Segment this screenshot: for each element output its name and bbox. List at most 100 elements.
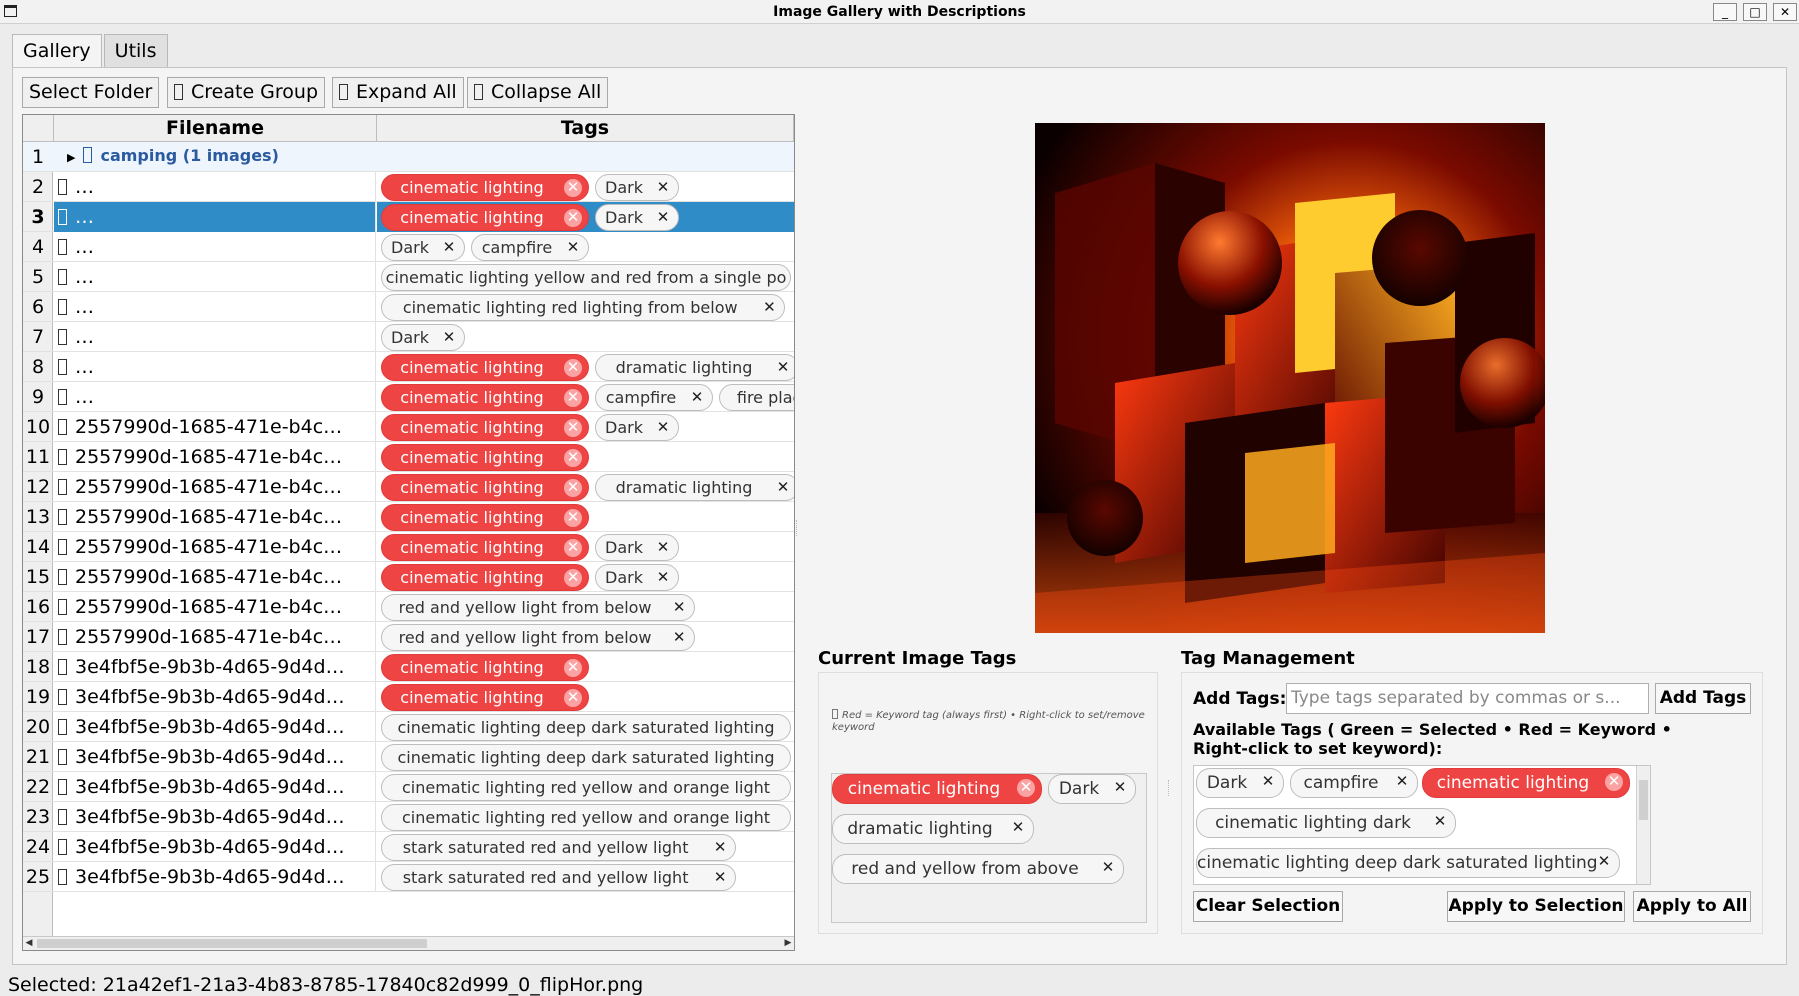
close-icon[interactable]: ✕ [564, 389, 582, 407]
tag-chip[interactable]: cinematic lighting ✕ [381, 444, 589, 471]
tags-cell[interactable]: cinematic lighting ✕ [377, 682, 794, 712]
table-row[interactable]: 15 2557990d-1685-471e-b4c… cinematic light… [23, 562, 794, 592]
close-icon[interactable]: ✕ [564, 689, 582, 707]
table-row[interactable]: 21 3e4fbf5e-9b3b-4d65-9d4d… cinematic ligh… [23, 742, 794, 772]
tags-cell[interactable]: red and yellow light from below ✕ [377, 592, 794, 622]
tags-cell[interactable]: cinematic lighting ✕ dramatic lighting ✕ [377, 352, 794, 382]
close-icon[interactable]: ✕ [440, 329, 458, 347]
tag-chip[interactable]: cinematic lighting ✕ [381, 504, 589, 531]
table-row[interactable]: 2 … cinematic lighting ✕ Dark ✕ [23, 172, 794, 202]
scroll-right-icon[interactable]: ▶ [782, 937, 794, 950]
filename-cell[interactable]: 3e4fbf5e-9b3b-4d65-9d4d… [54, 712, 376, 742]
tags-cell[interactable]: stark saturated red and yellow light ✕ [377, 832, 794, 862]
filename-cell[interactable]: 2557990d-1685-471e-b4c… [54, 412, 376, 442]
scroll-thumb[interactable] [37, 939, 427, 948]
maximize-button[interactable]: □ [1743, 3, 1767, 21]
select-folder-button[interactable]: Select Folder [22, 77, 160, 108]
table-row[interactable]: 9 … cinematic lighting ✕ campfire ✕ fire place [23, 382, 794, 412]
tag-chip[interactable]: cinematic lighting red yellow and orange… [381, 804, 791, 831]
table-row[interactable]: 19 3e4fbf5e-9b3b-4d65-9d4d… cinematic ligh… [23, 682, 794, 712]
tag-chip[interactable]: cinematic lighting ✕ [381, 564, 589, 591]
table-row[interactable]: 14 2557990d-1685-471e-b4c… cinematic light… [23, 532, 794, 562]
scroll-left-icon[interactable]: ◀ [23, 937, 35, 950]
close-icon[interactable]: ✕ [1259, 773, 1277, 791]
filename-cell[interactable]: 2557990d-1685-471e-b4c… [54, 502, 376, 532]
tag-chip[interactable]: cinematic lighting ✕ [381, 174, 589, 201]
close-icon[interactable]: ✕ [654, 569, 672, 587]
available-tag-chip[interactable]: campfire ✕ [1290, 768, 1418, 798]
table-row[interactable]: 5 … cinematic lighting yellow and red from… [23, 262, 794, 292]
table-row[interactable]: 22 3e4fbf5e-9b3b-4d65-9d4d… cinematic ligh… [23, 772, 794, 802]
close-icon[interactable]: ✕ [774, 479, 792, 497]
expand-all-button[interactable]: Expand All [332, 77, 464, 108]
tab-gallery[interactable]: Gallery [12, 34, 102, 69]
filename-cell[interactable]: 2557990d-1685-471e-b4c… [54, 592, 376, 622]
tag-chip[interactable]: campfire ✕ [471, 234, 589, 261]
tag-chip[interactable]: dramatic lighting ✕ [595, 474, 794, 501]
close-icon[interactable]: ✕ [1017, 779, 1035, 797]
tags-cell[interactable]: stark saturated red and yellow light ✕ [377, 862, 794, 892]
triangle-right-icon[interactable]: ▶ [67, 151, 75, 164]
table-row[interactable]: 24 3e4fbf5e-9b3b-4d65-9d4d… stark saturate… [23, 832, 794, 862]
group-label[interactable]: ▶ camping (1 images) [67, 142, 279, 172]
tag-chip[interactable]: cinematic lighting ✕ [381, 534, 589, 561]
tag-chip[interactable]: cinematic lighting yellow and red from a… [381, 264, 791, 291]
filename-cell[interactable]: … [54, 262, 376, 292]
close-icon[interactable]: ✕ [654, 539, 672, 557]
tag-chip[interactable]: fire place [719, 384, 794, 411]
close-icon[interactable]: ✕ [1111, 779, 1129, 797]
filename-cell[interactable]: 2557990d-1685-471e-b4c… [54, 562, 376, 592]
tags-cell[interactable]: cinematic lighting ✕ Dark ✕ [377, 532, 794, 562]
close-icon[interactable]: ✕ [1393, 773, 1411, 791]
tag-chip[interactable]: cinematic lighting red lighting from bel… [381, 294, 786, 321]
clear-selection-button[interactable]: Clear Selection [1193, 891, 1343, 922]
table-row[interactable]: 6 … cinematic lighting red lighting from b… [23, 292, 794, 322]
tag-chip[interactable]: cinematic lighting ✕ [381, 684, 589, 711]
filename-cell[interactable]: … [54, 382, 376, 412]
filename-cell[interactable]: 2557990d-1685-471e-b4c… [54, 622, 376, 652]
table-row[interactable]: 11 2557990d-1685-471e-b4c… cinematic light… [23, 442, 794, 472]
tags-cell[interactable]: cinematic lighting ✕ [377, 442, 794, 472]
tag-chip[interactable]: cinematic lighting ✕ [381, 204, 589, 231]
tags-cell[interactable]: cinematic lighting ✕ Dark ✕ [377, 412, 794, 442]
table-row[interactable]: 16 2557990d-1685-471e-b4c… red and yellow … [23, 592, 794, 622]
close-icon[interactable]: ✕ [564, 359, 582, 377]
tags-cell[interactable]: Dark ✕ campfire ✕ [377, 232, 794, 262]
close-icon[interactable]: ✕ [564, 179, 582, 197]
table-row[interactable]: 25 3e4fbf5e-9b3b-4d65-9d4d… stark saturate… [23, 862, 794, 892]
tags-cell[interactable]: cinematic lighting yellow and red from a… [377, 262, 794, 292]
available-tags-list[interactable]: Dark ✕ campfire ✕ cinematic lighting ✕ cine… [1193, 765, 1651, 885]
horizontal-scrollbar[interactable]: ◀ ▶ [23, 936, 794, 950]
table-row[interactable]: 18 3e4fbf5e-9b3b-4d65-9d4d… cinematic ligh… [23, 652, 794, 682]
tag-chip[interactable]: stark saturated red and yellow light ✕ [381, 834, 737, 861]
available-tag-chip[interactable]: Dark ✕ [1196, 768, 1284, 798]
collapse-all-button[interactable]: Collapse All [467, 77, 609, 108]
filename-cell[interactable]: 2557990d-1685-471e-b4c… [54, 472, 376, 502]
available-tag-chip[interactable]: cinematic lighting ✕ [1422, 768, 1630, 798]
tags-cell[interactable]: cinematic lighting ✕ dramatic lighting ✕ [377, 472, 794, 502]
table-row[interactable]: 13 2557990d-1685-471e-b4c… cinematic light… [23, 502, 794, 532]
tags-cell[interactable]: cinematic lighting red yellow and orange… [377, 772, 794, 802]
tag-chip[interactable]: cinematic lighting deep dark saturated l… [381, 714, 791, 741]
table-row[interactable]: 8 … cinematic lighting ✕ dramatic lighting ✕ [23, 352, 794, 382]
tags-cell[interactable]: cinematic lighting ✕ Dark ✕ [377, 562, 794, 592]
tag-chip[interactable]: cinematic lighting ✕ [381, 474, 589, 501]
tags-cell[interactable]: Dark ✕ [377, 322, 794, 352]
filename-cell[interactable]: … [54, 232, 376, 262]
close-icon[interactable]: ✕ [654, 179, 672, 197]
tag-chip[interactable]: Dark ✕ [381, 324, 465, 351]
available-tag-chip[interactable]: cinematic lighting dark ✕ [1196, 808, 1456, 838]
add-tags-button[interactable]: Add Tags [1655, 683, 1751, 714]
close-icon[interactable]: ✕ [564, 239, 582, 257]
available-tag-chip[interactable]: cinematic lighting deep dark saturated l… [1196, 848, 1620, 878]
create-group-button[interactable]: Create Group [167, 77, 326, 108]
tag-chip[interactable]: Dark ✕ [595, 534, 679, 561]
close-icon[interactable]: ✕ [440, 239, 458, 257]
close-icon[interactable]: ✕ [760, 299, 778, 317]
close-icon[interactable]: ✕ [1605, 773, 1623, 791]
close-icon[interactable]: ✕ [654, 419, 672, 437]
tag-chip[interactable]: Dark ✕ [595, 174, 679, 201]
tag-chip[interactable]: Dark ✕ [595, 414, 679, 441]
table-row[interactable]: 17 2557990d-1685-471e-b4c… red and yellow … [23, 622, 794, 652]
tag-chip[interactable]: Dark ✕ [595, 564, 679, 591]
